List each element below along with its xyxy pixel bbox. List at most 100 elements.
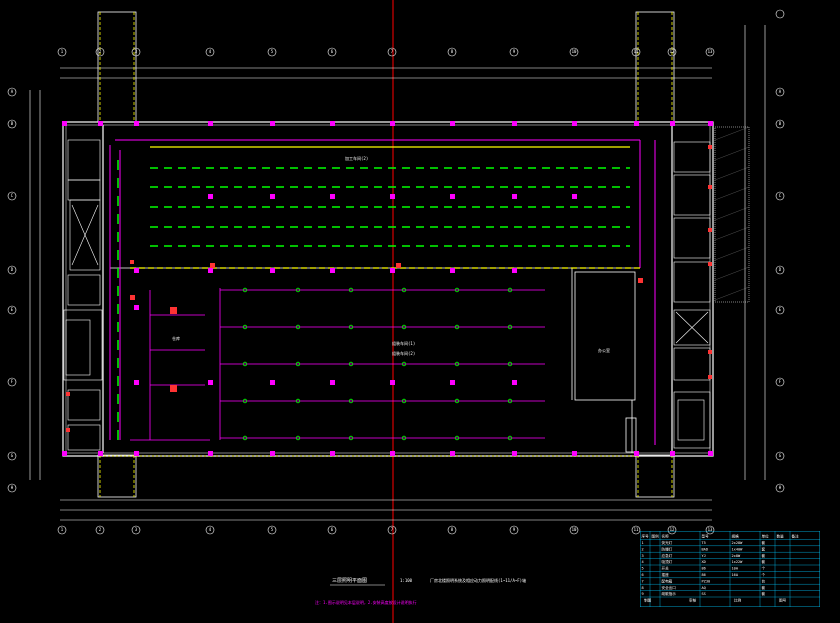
legend-cell: 个 (762, 566, 766, 571)
room-label-left: 仓库 (172, 335, 180, 341)
axis-label: 3 (135, 49, 138, 54)
interior-walls (110, 267, 640, 453)
axis-label: A (779, 89, 782, 94)
legend-cell: 2x8W (732, 554, 741, 558)
axis-label: G (779, 453, 782, 458)
building-outline (62, 121, 714, 457)
legend-cell: 10A (732, 567, 739, 571)
room-label-lower-hall-1: 组装车间(1) (392, 340, 415, 346)
legend-footer-cell: 审核 (689, 598, 697, 603)
left-rooms (63, 139, 103, 451)
drawing-subtitle: 厂房北楼照明系统及相应动力照明配线(1~11/A~F)轴 (430, 577, 526, 583)
axis-label: D (779, 267, 782, 272)
axis-label: A (11, 89, 14, 94)
axis-label: 9 (513, 527, 516, 532)
emergency-lines (100, 146, 640, 457)
lighting-rows-upper (150, 167, 630, 247)
axis-label: H (779, 485, 782, 490)
legend-cell: XD (702, 560, 706, 564)
legend-rows: 序号 图例 名称 型号 规格 单位 数量 备注 1 荧光灯 T5 2x28W 套 2 防爆灯 BAD 1x40W… (640, 531, 820, 607)
room-label-lower-hall-2: 组装车间(2) (392, 350, 415, 356)
structural-columns (62, 121, 713, 456)
legend-cell: 序号 (642, 534, 650, 539)
axis-label: 6 (331, 49, 334, 54)
axis-label: 11 (634, 527, 639, 532)
axis-label: 10 (572, 527, 577, 532)
top-stair-towers (97, 11, 675, 123)
legend-cell: 3 (642, 554, 644, 558)
legend-cell: 1x22W (732, 560, 744, 564)
room-label-upper-hall: 加工车间(2) (345, 155, 368, 161)
bottom-stair-towers (97, 454, 675, 498)
legend-cell: 图例 (652, 534, 660, 539)
legend-cell: 5 (642, 567, 644, 571)
legend-cell: 套 (762, 559, 766, 564)
legend-cell: 安全出口 (662, 585, 677, 590)
axis-label: 1 (61, 527, 64, 532)
legend-cell: 7 (642, 579, 644, 583)
legend-cell: 1 (642, 541, 644, 545)
legend-cell: 单位 (762, 534, 770, 539)
legend-cell: 4 (642, 560, 644, 564)
axis-label: 5 (271, 49, 274, 54)
axis-labels-left: A A B B C C D D E E F F G G H H (11, 89, 782, 490)
legend-cell: 备注 (792, 534, 800, 539)
axis-bubbles-top (57, 47, 715, 57)
legend-cell: 疏散指示 (662, 591, 677, 596)
legend-cell: 应急灯 (662, 553, 673, 558)
legend-cell: 配电箱 (662, 578, 673, 583)
axis-label: 11 (634, 49, 639, 54)
legend-cell: 个 (762, 572, 766, 577)
axis-bubbles-bottom (57, 525, 715, 535)
axis-label: 8 (451, 49, 454, 54)
legend-cell: 插座 (662, 572, 670, 577)
legend-footer-cell: 比例 (734, 598, 742, 603)
legend-cell: 套 (762, 546, 766, 551)
legend-cell: 8 (642, 586, 644, 590)
axis-label: 1 (61, 49, 64, 54)
legend-cell: 86 (702, 567, 706, 571)
axis-label: B (779, 121, 782, 126)
legend-cell: 套 (762, 553, 766, 558)
axis-label: D (11, 267, 14, 272)
legend-cell: 2 (642, 547, 644, 551)
axis-label: 10 (572, 49, 577, 54)
axis-bubbles-right (775, 9, 785, 493)
legend-cell: 开关 (662, 566, 670, 571)
cad-drawing-canvas: 1122334455667788991010111112121313 A AB BC… (7, 0, 785, 623)
lighting-rows-lower (130, 288, 545, 441)
room-label-right: 办公室 (598, 347, 610, 353)
legend-cell: SS (702, 592, 706, 596)
axis-label: H (11, 485, 14, 490)
axis-label: F (11, 379, 14, 384)
legend-cell: 2x28W (732, 541, 744, 545)
axis-bubbles-left (7, 87, 17, 493)
legend-cell: YJ (702, 554, 706, 558)
axis-label: C (11, 193, 14, 198)
legend-cell: 6 (642, 573, 644, 577)
axis-label: 3 (135, 527, 138, 532)
axis-label: 5 (271, 527, 274, 532)
axis-label: E (11, 307, 14, 312)
circuits-upper (109, 139, 656, 445)
legend-cell: AQ (702, 586, 706, 590)
legend-footer-cell: 制图 (644, 598, 652, 603)
legend-cell: 荧光灯 (662, 540, 673, 545)
legend-cell: 86 (702, 573, 706, 577)
legend-cell: 规格 (732, 534, 740, 539)
axis-label: C (779, 193, 782, 198)
legend-cell: 名称 (662, 534, 670, 539)
axis-label: 2 (99, 527, 102, 532)
axis-label: 8 (451, 527, 454, 532)
axis-label: 4 (209, 49, 212, 54)
drawing-note: 注：1.图示说明见本层说明，2.安装高度按设计说明执行 (315, 599, 417, 605)
axis-label: F (779, 379, 782, 384)
axis-label: G (11, 453, 14, 458)
legend-cell: 数量 (777, 534, 785, 539)
legend-cell: BAD (702, 547, 709, 551)
distribution-boxes (66, 145, 712, 432)
legend-table: 序号 图例 名称 型号 规格 单位 数量 备注 1 荧光灯 T5 2x28W 套 2 防爆灯 BAD 1x40W… (640, 531, 820, 607)
legend-cell: 1x40W (732, 547, 744, 551)
legend-cell: 9 (642, 592, 644, 596)
legend-cell: 防爆灯 (662, 546, 673, 551)
